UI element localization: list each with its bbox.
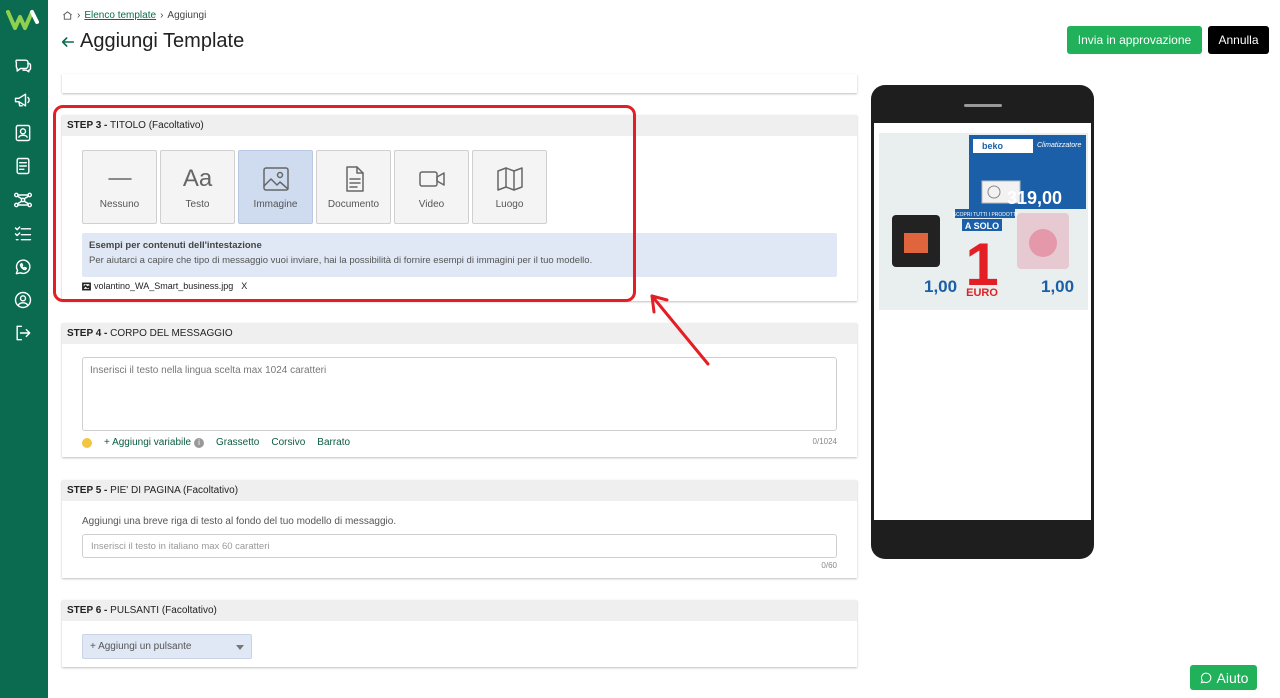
option-text[interactable]: Aa Testo (160, 150, 235, 224)
message-body-textarea[interactable]: Inserisci il testo nella lingua scelta m… (82, 357, 837, 431)
breadcrumb-template-list[interactable]: Elenco template (84, 10, 156, 21)
document-icon (345, 165, 364, 192)
body-char-counter: 0/1024 (812, 437, 837, 446)
step6-title: PULSANTI (Facoltativo) (110, 605, 217, 616)
flyer-left-price: 1,00 (924, 277, 957, 296)
page-title-row: Aggiungi Template (60, 30, 244, 53)
home-icon[interactable] (62, 10, 73, 21)
add-variable-button[interactable]: + Aggiungi variabile i (104, 437, 205, 448)
flyer-product-title: Climatizzatore (1037, 142, 1081, 149)
step5-number: STEP 5 - (67, 485, 108, 496)
text-icon: Aa (182, 164, 213, 192)
header-examples-info: Esempi per contenuti dell'intestazione P… (82, 233, 837, 277)
logout-icon[interactable] (12, 322, 34, 344)
flyer-illustration: 319,00 beko Climatizzatore SCOPRI TUTTI … (879, 133, 1088, 310)
uploaded-file: volantino_WA_Smart_business.jpg X (82, 281, 247, 291)
option-label: Video (418, 198, 445, 210)
sidebar (0, 0, 48, 698)
option-label: Immagine (253, 198, 298, 210)
page-title: Aggiungi Template (80, 30, 245, 52)
phone-speaker (964, 104, 1002, 107)
footer-input[interactable]: Inserisci il testo in italiano max 60 ca… (82, 534, 837, 558)
flyer-image: 319,00 beko Climatizzatore SCOPRI TUTTI … (879, 133, 1088, 310)
help-label: Aiuto (1216, 669, 1249, 686)
option-none[interactable]: Nessuno (82, 150, 157, 224)
chat-icon[interactable] (12, 55, 34, 77)
header-type-options: Nessuno Aa Testo Immagine Documento Vide… (82, 150, 547, 224)
breadcrumb: › Elenco template › Aggiungi (62, 10, 206, 21)
flyer-promo: SCOPRI TUTTI I PRODOTTI (953, 212, 1018, 218)
add-variable-label: + Aggiungi variabile (104, 437, 192, 448)
phone-screen: 319,00 beko Climatizzatore SCOPRI TUTTI … (874, 123, 1091, 520)
step4-number: STEP 4 - (67, 328, 108, 339)
bold-button[interactable]: Grassetto (216, 437, 259, 448)
option-video[interactable]: Video (394, 150, 469, 224)
footer-char-counter: 0/60 (821, 561, 837, 570)
strikethrough-button[interactable]: Barrato (317, 437, 350, 448)
emoji-icon[interactable] (82, 437, 92, 448)
breadcrumb-current: Aggiungi (167, 10, 207, 21)
map-icon (496, 166, 523, 191)
step5-header: STEP 5 - PIE' DI PAGINA (Facoltativo) (62, 480, 857, 501)
remove-file-button[interactable]: X (241, 281, 247, 291)
footer-helper-text: Aggiungi una breve riga di testo al fond… (82, 516, 397, 527)
back-arrow-icon[interactable] (60, 34, 76, 50)
app-logo[interactable] (6, 8, 42, 32)
flow-icon[interactable] (12, 189, 34, 211)
add-button-select-label: + Aggiungi un pulsante (90, 641, 192, 652)
step3-title: TITOLO (Facoltativo) (110, 120, 204, 131)
image-file-icon (82, 282, 91, 290)
megaphone-icon[interactable] (12, 89, 34, 111)
step6-header: STEP 6 - PULSANTI (Facoltativo) (62, 600, 857, 621)
user-icon[interactable] (12, 289, 34, 311)
whatsapp-icon[interactable] (12, 256, 34, 278)
info-title: Esempi per contenuti dell'intestazione (89, 240, 262, 251)
contacts-icon[interactable] (12, 122, 34, 144)
flyer-euro: EURO (966, 287, 998, 299)
step3-header: STEP 3 - TITOLO (Facoltativo) (62, 115, 857, 136)
image-icon (262, 166, 289, 191)
step5-title: PIE' DI PAGINA (Facoltativo) (110, 485, 239, 496)
checklist-icon[interactable] (12, 222, 34, 244)
info-icon[interactable]: i (194, 437, 205, 448)
flyer-brand: beko (982, 141, 1004, 151)
option-label: Nessuno (99, 198, 140, 210)
italic-button[interactable]: Corsivo (271, 437, 305, 448)
flyer-right-price: 1,00 (1041, 277, 1074, 296)
flyer-main-price: 319,00 (1007, 188, 1062, 208)
dash-icon (107, 177, 132, 180)
option-document[interactable]: Documento (316, 150, 391, 224)
info-text: Per aiutarci a capire che tipo di messag… (89, 255, 593, 266)
step5-card: STEP 5 - PIE' DI PAGINA (Facoltativo) Ag… (62, 480, 857, 578)
add-button-select[interactable]: + Aggiungi un pulsante (82, 634, 252, 659)
option-label: Luogo (495, 198, 524, 210)
step3-card: STEP 3 - TITOLO (Facoltativo) Nessuno Aa… (62, 115, 857, 301)
flyer-a-solo: A SOLO (965, 221, 999, 231)
red-arrow-annotation (650, 294, 710, 366)
chevron-down-icon (236, 645, 244, 650)
phone-preview: 319,00 beko Climatizzatore SCOPRI TUTTI … (871, 85, 1094, 559)
step6-card: STEP 6 - PULSANTI (Facoltativo) + Aggiun… (62, 600, 857, 667)
breadcrumb-separator: › (77, 10, 81, 21)
option-label: Testo (185, 198, 210, 210)
step4-header: STEP 4 - CORPO DEL MESSAGGIO (62, 323, 857, 344)
step2-card-bottom (62, 74, 857, 93)
file-name: volantino_WA_Smart_business.jpg (94, 281, 234, 291)
whatsapp-icon (1200, 672, 1211, 683)
option-image[interactable]: Immagine (238, 150, 313, 224)
document-icon[interactable] (12, 155, 34, 177)
video-icon (418, 170, 445, 187)
send-approval-button[interactable]: Invia in approvazione (1067, 26, 1202, 54)
step3-number: STEP 3 - (67, 120, 108, 131)
breadcrumb-separator: › (160, 10, 164, 21)
cancel-button[interactable]: Annulla (1208, 26, 1269, 54)
option-location[interactable]: Luogo (472, 150, 547, 224)
option-label: Documento (327, 198, 380, 210)
formatting-toolbar: + Aggiungi variabile i Grassetto Corsivo … (82, 437, 350, 448)
step6-number: STEP 6 - (67, 605, 108, 616)
step4-card: STEP 4 - CORPO DEL MESSAGGIO Inserisci i… (62, 323, 857, 457)
step4-title: CORPO DEL MESSAGGIO (110, 328, 233, 339)
help-button[interactable]: Aiuto (1190, 665, 1257, 690)
